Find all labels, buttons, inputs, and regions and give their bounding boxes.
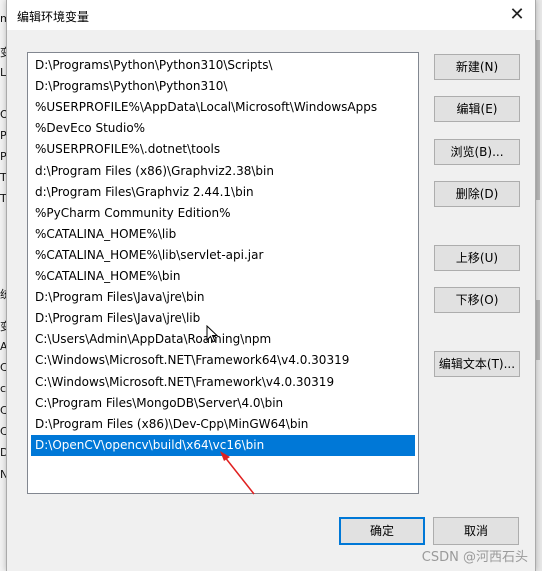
close-icon: ✕ [509,4,525,25]
list-item[interactable]: C:\Windows\Microsoft.NET\Framework\v4.0.… [31,372,415,393]
list-item[interactable]: D:\OpenCV\opencv\build\x64\vc16\bin [31,434,415,456]
delete-button[interactable]: 删除(D) [434,181,520,207]
list-item[interactable]: %CATALINA_HOME%\bin [31,266,415,287]
mouse-cursor-icon [206,325,219,343]
cancel-button[interactable]: 取消 [433,517,519,545]
list-item[interactable]: C:\Users\Admin\AppData\Roaming\npm [31,329,415,350]
list-item[interactable]: D:\Program Files (x86)\Dev-Cpp\MinGW64\b… [31,414,415,435]
move-up-button[interactable]: 上移(U) [434,245,520,271]
list-item[interactable]: %USERPROFILE%\AppData\Local\Microsoft\Wi… [31,97,415,118]
move-down-button[interactable]: 下移(O) [434,287,520,313]
title-bar[interactable]: 编辑环境变量 ✕ [7,0,535,30]
list-item[interactable]: %PyCharm Community Edition% [31,203,415,224]
list-item[interactable]: %USERPROFILE%\.dotnet\tools [31,139,415,160]
edit-environment-variable-dialog: 编辑环境变量 ✕ D:\Programs\Python\Python310\Sc… [6,0,536,571]
list-item[interactable]: D:\Program Files\Java\jre\bin [31,287,415,308]
edit-text-button[interactable]: 编辑文本(T)... [434,351,520,377]
watermark: CSDN @河西石头 [421,550,528,565]
browse-button[interactable]: 浏览(B)... [434,139,520,165]
dialog-title: 编辑环境变量 [17,10,90,24]
list-item[interactable]: %CATALINA_HOME%\lib [31,224,415,245]
list-item[interactable]: C:\Windows\Microsoft.NET\Framework64\v4.… [31,350,415,371]
list-item[interactable]: %CATALINA_HOME%\lib\servlet-api.jar [31,245,415,266]
list-item[interactable]: C:\Program Files\MongoDB\Server\4.0\bin [31,393,415,414]
list-item[interactable]: d:\Program Files (x86)\Graphviz2.38\bin [31,161,415,182]
close-button[interactable]: ✕ [505,3,529,27]
list-item[interactable]: D:\Programs\Python\Python310\ [31,76,415,97]
list-item[interactable]: D:\Program Files\Java\jre\lib [31,308,415,329]
path-list[interactable]: D:\Programs\Python\Python310\Scripts\ D:\… [27,52,419,494]
ok-button[interactable]: 确定 [339,517,425,545]
new-button[interactable]: 新建(N) [434,54,520,80]
list-item[interactable]: %DevEco Studio% [31,118,415,139]
edit-button[interactable]: 编辑(E) [434,96,520,122]
list-item[interactable]: d:\Program Files\Graphviz 2.44.1\bin [31,182,415,203]
list-item[interactable]: D:\Programs\Python\Python310\Scripts\ [31,55,415,76]
